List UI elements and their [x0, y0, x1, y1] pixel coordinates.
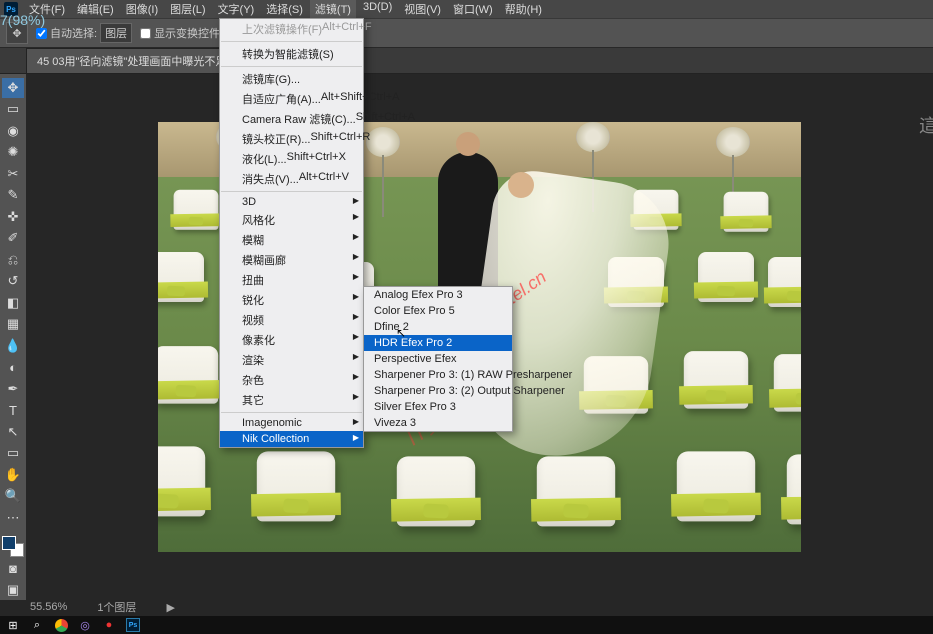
- dodge-tool[interactable]: ◐: [2, 358, 24, 378]
- move-tool[interactable]: ✥: [2, 78, 24, 98]
- brush-tool[interactable]: ✐: [2, 229, 24, 249]
- search-button[interactable]: ⌕: [28, 617, 46, 633]
- hand-tool[interactable]: ✋: [2, 465, 24, 485]
- title-bar: Ps 文件(F) 编辑(E) 图像(I) 图层(L) 文字(Y) 选择(S) 滤…: [0, 0, 933, 18]
- eraser-tool[interactable]: ◧: [2, 293, 24, 313]
- filter-render[interactable]: 渲染: [220, 350, 363, 370]
- edit-toolbar[interactable]: ⋯: [2, 508, 24, 528]
- nik-perspective-efex[interactable]: Perspective Efex: [364, 351, 512, 367]
- menu-select[interactable]: 选择(S): [261, 0, 308, 18]
- filter-video[interactable]: 视频: [220, 310, 363, 330]
- eyedropper-tool[interactable]: ✎: [2, 186, 24, 206]
- zoom-level[interactable]: 55.56%: [30, 601, 67, 613]
- windows-taskbar: ⊞ ⌕ ◎ ● Ps: [0, 616, 933, 634]
- taskbar-photoshop[interactable]: Ps: [124, 617, 142, 633]
- lasso-tool[interactable]: ◉: [2, 121, 24, 141]
- spot-heal-tool[interactable]: ✜: [2, 207, 24, 227]
- foreground-color[interactable]: [2, 536, 16, 550]
- filter-camera-raw[interactable]: Camera Raw 滤镜(C)...Shift+Ctrl+A: [220, 109, 363, 129]
- filter-smart[interactable]: 转换为智能滤镜(S): [220, 44, 363, 64]
- nik-dfine[interactable]: Dfine 2: [364, 319, 512, 335]
- menu-layer[interactable]: 图层(L): [165, 0, 210, 18]
- filter-lens-correction[interactable]: 镜头校正(R)...Shift+Ctrl+R: [220, 129, 363, 149]
- collapsed-panel-edge[interactable]: 這: [919, 112, 933, 136]
- nik-sharpener-raw[interactable]: Sharpener Pro 3: (1) RAW Presharpener: [364, 367, 512, 383]
- filter-gallery[interactable]: 滤镜库(G)...: [220, 69, 363, 89]
- layer-count[interactable]: 1个图层: [97, 599, 136, 615]
- menu-edit[interactable]: 编辑(E): [72, 0, 119, 18]
- type-tool[interactable]: T: [2, 401, 24, 421]
- menu-image[interactable]: 图像(I): [121, 0, 163, 18]
- menubar: 文件(F) 编辑(E) 图像(I) 图层(L) 文字(Y) 选择(S) 滤镜(T…: [24, 0, 547, 18]
- auto-select-label: 自动选择:: [50, 25, 97, 41]
- clone-stamp-tool[interactable]: ⎌: [2, 250, 24, 270]
- crop-tool[interactable]: ✂: [2, 164, 24, 184]
- filter-menu-dropdown: 上次滤镜操作(F)Alt+Ctrl+F 转换为智能滤镜(S) 滤镜库(G)...…: [219, 18, 364, 448]
- auto-select-option[interactable]: 自动选择: 图层: [36, 23, 132, 43]
- color-swatches[interactable]: [2, 536, 24, 557]
- auto-select-dropdown[interactable]: 图层: [100, 23, 132, 43]
- filter-pixelate[interactable]: 像素化: [220, 330, 363, 350]
- menu-window[interactable]: 窗口(W): [448, 0, 498, 18]
- filter-sharpen[interactable]: 锐化: [220, 290, 363, 310]
- filter-stylize[interactable]: 风格化: [220, 210, 363, 230]
- transform-controls-option[interactable]: 显示变换控件: [140, 25, 220, 41]
- watermark-percent: 7(98%): [0, 12, 45, 28]
- status-arrow-icon[interactable]: ▶: [166, 601, 174, 614]
- filter-noise[interactable]: 杂色: [220, 370, 363, 390]
- quick-select-tool[interactable]: ✺: [2, 143, 24, 163]
- taskbar-chrome[interactable]: [52, 617, 70, 633]
- nik-sharpener-output[interactable]: Sharpener Pro 3: (2) Output Sharpener: [364, 383, 512, 399]
- screen-mode[interactable]: ▣: [2, 580, 24, 600]
- path-select-tool[interactable]: ↖: [2, 422, 24, 442]
- history-brush-tool[interactable]: ↺: [2, 272, 24, 292]
- menu-view[interactable]: 视图(V): [399, 0, 446, 18]
- taskbar-recorder[interactable]: ●: [100, 617, 118, 633]
- menu-type[interactable]: 文字(Y): [213, 0, 260, 18]
- menu-3d[interactable]: 3D(D): [358, 0, 397, 18]
- shape-tool[interactable]: ▭: [2, 444, 24, 464]
- filter-last: 上次滤镜操作(F)Alt+Ctrl+F: [220, 19, 363, 39]
- nik-analog-efex[interactable]: Analog Efex Pro 3: [364, 287, 512, 303]
- filter-vanishing-point[interactable]: 消失点(V)...Alt+Ctrl+V: [220, 169, 363, 189]
- filter-nik-collection[interactable]: Nik Collection: [220, 431, 363, 447]
- start-button[interactable]: ⊞: [4, 617, 22, 633]
- nik-collection-submenu: Analog Efex Pro 3 Color Efex Pro 5 Dfine…: [363, 286, 513, 432]
- quick-mask[interactable]: ◙: [2, 559, 24, 579]
- nik-color-efex[interactable]: Color Efex Pro 5: [364, 303, 512, 319]
- pen-tool[interactable]: ✒: [2, 379, 24, 399]
- nik-silver-efex[interactable]: Silver Efex Pro 3: [364, 399, 512, 415]
- auto-select-checkbox[interactable]: [36, 28, 47, 39]
- filter-other[interactable]: 其它: [220, 390, 363, 410]
- nik-hdr-efex[interactable]: HDR Efex Pro 2: [364, 335, 512, 351]
- document-tab-bar: 45 03用"径向滤镜"处理画面中曝光不足的地方.jpg @ 55: [0, 48, 933, 74]
- transform-controls-checkbox[interactable]: [140, 28, 151, 39]
- gradient-tool[interactable]: ▦: [2, 315, 24, 335]
- filter-blur-gallery[interactable]: 模糊画廊: [220, 250, 363, 270]
- taskbar-app-rings[interactable]: ◎: [76, 617, 94, 633]
- zoom-tool[interactable]: 🔍: [2, 487, 24, 507]
- toolbox: ✥ ▭ ◉ ✺ ✂ ✎ ✜ ✐ ⎌ ↺ ◧ ▦ 💧 ◐ ✒ T ↖ ▭ ✋ 🔍 …: [0, 74, 26, 600]
- options-bar: ✥ 自动选择: 图层 显示变换控件 ▯ ▯ ▯ ▭ ▭ ▭ ▦ ...: [0, 18, 933, 48]
- filter-imagenomic[interactable]: Imagenomic: [220, 415, 363, 431]
- filter-3d[interactable]: 3D: [220, 194, 363, 210]
- marquee-tool[interactable]: ▭: [2, 100, 24, 120]
- filter-liquify[interactable]: 液化(L)...Shift+Ctrl+X: [220, 149, 363, 169]
- menu-help[interactable]: 帮助(H): [500, 0, 547, 18]
- filter-wide-angle[interactable]: 自适应广角(A)...Alt+Shift+Ctrl+A: [220, 89, 363, 109]
- filter-distort[interactable]: 扭曲: [220, 270, 363, 290]
- filter-blur[interactable]: 模糊: [220, 230, 363, 250]
- transform-controls-label: 显示变换控件: [154, 25, 220, 41]
- cursor-icon: ↖: [396, 326, 406, 340]
- blur-tool[interactable]: 💧: [2, 336, 24, 356]
- menu-filter[interactable]: 滤镜(T): [310, 0, 356, 18]
- status-bar: 55.56% 1个图层 ▶: [0, 598, 933, 616]
- nik-viveza[interactable]: Viveza 3: [364, 415, 512, 431]
